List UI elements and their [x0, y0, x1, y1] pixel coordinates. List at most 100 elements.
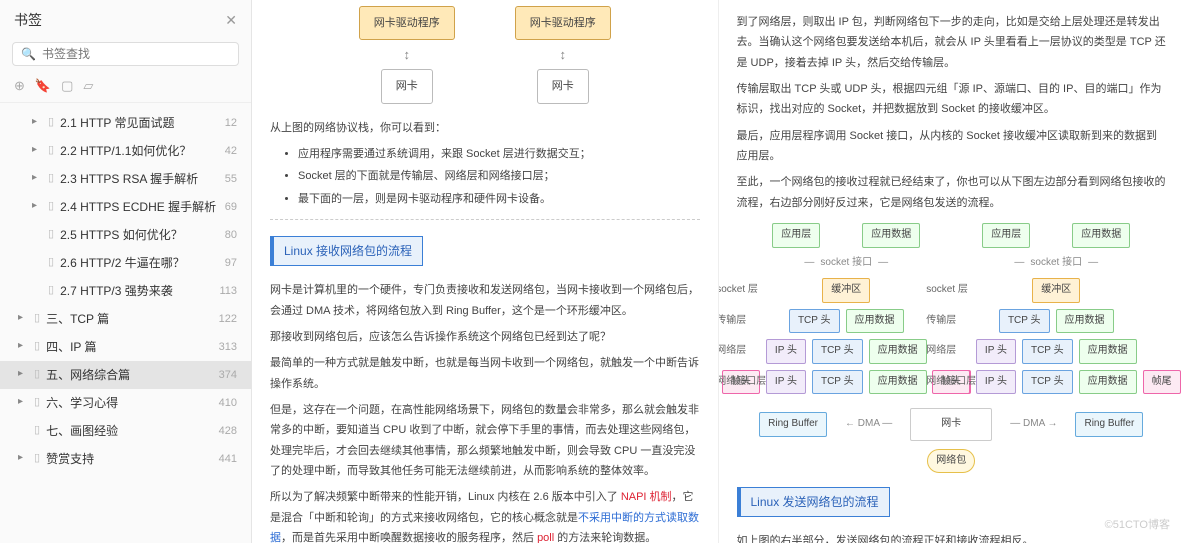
toc-label: 2.5 HTTPS 如何优化？	[60, 226, 183, 244]
toc-label: 2.1 HTTP 常见面试题	[60, 114, 174, 132]
page-right: 到了网络层，则取出 IP 包，判断网络包下一步的走向，比如是交给上层处理还是转发…	[718, 0, 1184, 543]
chevron-icon: ▸	[32, 170, 42, 185]
toc-item[interactable]: ▯ 2.6 HTTP/2 牛逼在哪？ 97	[0, 249, 251, 277]
bookmark-icon: ▯	[34, 450, 40, 467]
arrow-icon: ↕	[560, 48, 567, 61]
watermark: ©51CTO博客	[1105, 515, 1170, 535]
toc-item[interactable]: ▸ ▯ 六、学习心得 410	[0, 389, 251, 417]
search-icon: 🔍	[21, 47, 36, 61]
toc-page: 12	[225, 115, 237, 132]
paragraph: 但是，这存在一个问题，在高性能网络场景下，网络包的数量会非常多，那么就会触发非常…	[270, 400, 700, 481]
bookmark-icon: ▯	[48, 114, 54, 131]
chevron-icon: ▸	[32, 114, 42, 129]
toc-page: 97	[225, 255, 237, 272]
toc-label: 五、网络综合篇	[46, 366, 130, 384]
toc-label: 2.6 HTTP/2 牛逼在哪？	[60, 254, 185, 272]
bookmark-icon: ▯	[48, 226, 54, 243]
expand-icon[interactable]: ▢	[61, 78, 73, 94]
toc-label: 四、IP 篇	[46, 338, 96, 356]
toc-label: 赞赏支持	[46, 450, 94, 468]
chevron-icon: ▸	[32, 142, 42, 157]
toc-page: 69	[225, 199, 237, 216]
paragraph: 至此，一个网络包的接收过程就已经结束了，你也可以从下图左边部分看到网络包接收的流…	[737, 172, 1167, 213]
toc-item[interactable]: ▸▯五、网络综合篇374	[0, 361, 251, 389]
chevron-icon: ▸	[18, 338, 28, 353]
toc-item[interactable]: ▯2.7 HTTP/3 强势来袭113	[0, 277, 251, 305]
bookmark-icon: ▯	[48, 142, 54, 159]
section-heading-send: Linux 发送网络包的流程	[737, 487, 890, 517]
bookmark-icon[interactable]: 🔖	[35, 78, 51, 94]
toc-label: 2.7 HTTP/3 强势来袭	[60, 282, 173, 300]
diagram-driver-box: 网卡驱动程序	[359, 6, 455, 40]
toc-item[interactable]: ▯七、画图经验428	[0, 417, 251, 445]
toc-page: 441	[219, 451, 237, 468]
search-box[interactable]: 🔍	[12, 42, 239, 66]
document-content: 网卡驱动程序 ↕ 网卡 网卡驱动程序 ↕ 网卡 从上图的网络协议栈，你可以看到：…	[252, 0, 1184, 543]
divider	[270, 219, 700, 220]
arrow-icon: ↕	[404, 48, 411, 61]
toc-label: 三、TCP 篇	[46, 310, 109, 328]
list-item: 最下面的一层，则是网卡驱动程序和硬件网卡设备。	[298, 189, 700, 209]
intro-text: 从上图的网络协议栈，你可以看到：	[270, 118, 700, 138]
bookmark-icon: ▯	[48, 198, 54, 215]
toc-item[interactable]: ▸ ▯ 2.4 HTTPS ECDHE 握手解析 69	[0, 193, 251, 221]
bookmark-icon: ▯	[48, 170, 54, 187]
close-icon[interactable]: ✕	[225, 12, 237, 29]
toc-page: 42	[225, 143, 237, 160]
bookmarks-sidebar: 书签 ✕ 🔍 ⊕ 🔖 ▢ ▱ ▸ ▯ 2.1 HTTP 常见面试题 12 ▸ ▯ 2.2 H…	[0, 0, 252, 543]
toc-page: 80	[225, 227, 237, 244]
bookmark-icon: ▯	[34, 338, 40, 355]
page-left: 网卡驱动程序 ↕ 网卡 网卡驱动程序 ↕ 网卡 从上图的网络协议栈，你可以看到：…	[252, 0, 718, 543]
paragraph: 最后，应用层程序调用 Socket 接口，从内核的 Socket 接收缓冲区读取…	[737, 126, 1167, 167]
search-input[interactable]	[42, 47, 230, 61]
diagram-nic-box: 网卡	[381, 69, 433, 103]
list-item: 应用程序需要通过系统调用，来跟 Socket 层进行数据交互；	[298, 144, 700, 164]
toc-page: 313	[219, 339, 237, 356]
sidebar-title: 书签	[14, 10, 42, 30]
bookmark-icon: ▯	[34, 422, 40, 439]
toc-page: 428	[219, 423, 237, 440]
section-heading-recv: Linux 接收网络包的流程	[270, 236, 423, 266]
toc-item[interactable]: ▸ ▯ 2.2 HTTP/1.1如何优化？ 42	[0, 137, 251, 165]
sidebar-toolbar: ⊕ 🔖 ▢ ▱	[0, 74, 251, 103]
toc-page: 122	[219, 311, 237, 328]
nic-diagram: 网卡驱动程序 ↕ 网卡 网卡驱动程序 ↕ 网卡	[270, 6, 700, 104]
bookmarks-list: ▸▯2.1 HTTP 常见面试题12▸▯2.2 HTTP/1.1如何优化？42▸…	[0, 103, 251, 543]
toc-page: 410	[219, 395, 237, 412]
toc-item[interactable]: ▸ ▯ 赞赏支持 441	[0, 445, 251, 473]
diagram-driver-box: 网卡驱动程序	[515, 6, 611, 40]
toc-label: 2.2 HTTP/1.1如何优化？	[60, 142, 191, 160]
toc-item[interactable]: ▸ ▯ 四、IP 篇 313	[0, 333, 251, 361]
diagram-nic-box: 网卡	[537, 69, 589, 103]
chevron-icon: ▸	[18, 394, 28, 409]
bookmark-icon: ▯	[34, 310, 40, 327]
toc-page: 113	[219, 283, 237, 300]
toc-page: 55	[225, 171, 237, 188]
toc-label: 2.4 HTTPS ECDHE 握手解析	[60, 198, 216, 216]
add-bookmark-icon[interactable]: ⊕	[14, 78, 25, 94]
bookmark-icon: ▯	[34, 366, 40, 383]
paragraph: 最简单的一种方式就是触发中断，也就是每当网卡收到一个网络包，就触发一个中断告诉操…	[270, 353, 700, 394]
list-item: Socket 层的下面就是传输层、网络层和网络接口层；	[298, 166, 700, 186]
bookmark-icon: ▯	[34, 394, 40, 411]
toc-item[interactable]: ▸ ▯ 2.1 HTTP 常见面试题 12	[0, 109, 251, 137]
paragraph: 如上图的右半部分，发送网络包的流程正好和接收流程相反。	[737, 531, 1167, 543]
paragraph: 传输层取出 TCP 头或 UDP 头，根据四元组「源 IP、源端口、目的 IP、…	[737, 79, 1167, 120]
toc-item[interactable]: ▸▯2.3 HTTPS RSA 握手解析55	[0, 165, 251, 193]
collapse-icon[interactable]: ▱	[83, 78, 93, 94]
flow-diagram: 应用层应用数据 — socket 接口 — socket 层缓冲区 传输层TCP…	[737, 223, 1167, 394]
chevron-icon: ▸	[32, 198, 42, 213]
toc-item[interactable]: ▯ 2.5 HTTPS 如何优化？ 80	[0, 221, 251, 249]
packet-icon: 网络包	[927, 449, 975, 474]
bullet-list: 应用程序需要通过系统调用，来跟 Socket 层进行数据交互； Socket 层…	[298, 144, 700, 209]
chevron-icon: ▸	[18, 450, 28, 465]
paragraph: 那接收到网络包后，应该怎么告诉操作系统这个网络包已经到达了呢？	[270, 327, 700, 347]
toc-item[interactable]: ▸ ▯ 三、TCP 篇 122	[0, 305, 251, 333]
paragraph: 所以为了解决频繁中断带来的性能开销，Linux 内核在 2.6 版本中引入了 N…	[270, 487, 700, 543]
paragraph: 网卡是计算机里的一个硬件，专门负责接收和发送网络包，当网卡接收到一个网络包后，会…	[270, 280, 700, 321]
ring-buffer-row: Ring Buffer ← DMA — 网卡 — DMA → Ring Buff…	[737, 408, 1167, 441]
toc-label: 六、学习心得	[46, 394, 118, 412]
bookmark-icon: ▯	[48, 254, 54, 271]
chevron-icon: ▸	[18, 310, 28, 325]
chevron-icon: ▸	[18, 366, 28, 381]
